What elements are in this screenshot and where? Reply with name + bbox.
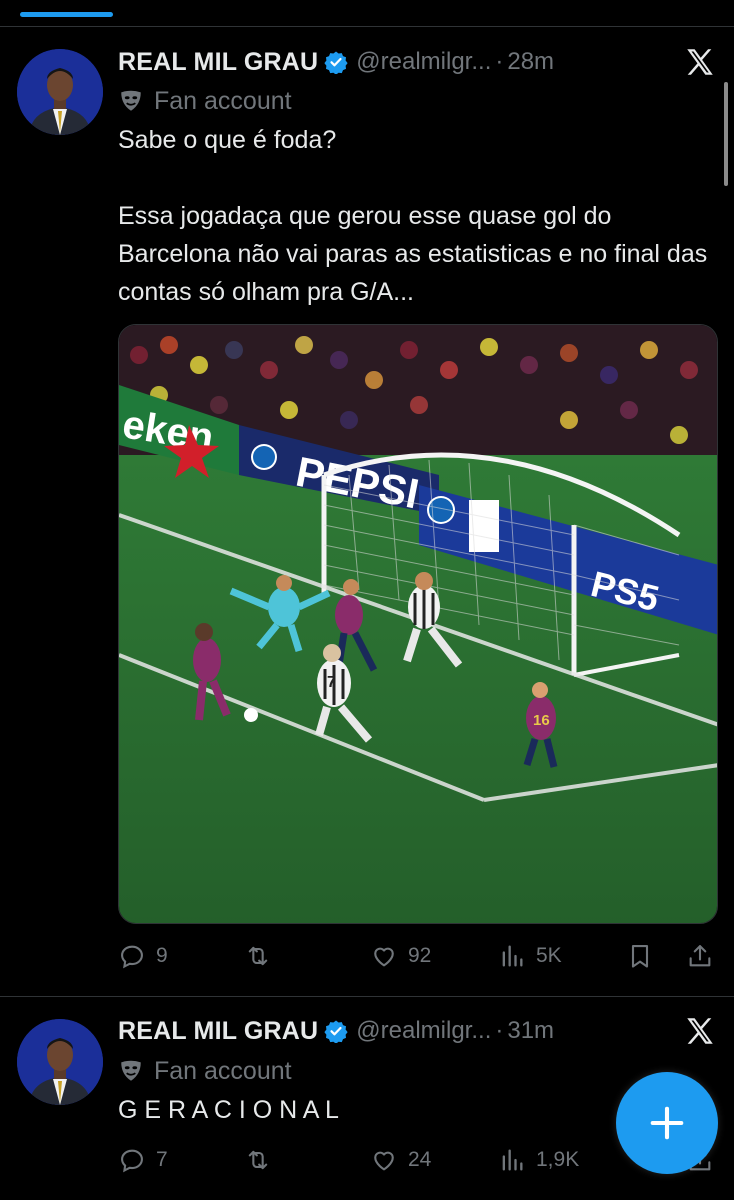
top-divider (0, 26, 734, 27)
avatar[interactable] (17, 49, 103, 135)
active-tab-indicator (20, 12, 113, 17)
header-separator: · (495, 1017, 504, 1044)
retweet-icon (248, 946, 268, 966)
player-number-7: 7 (327, 674, 336, 691)
x-logo-icon[interactable] (683, 1014, 717, 1048)
display-name[interactable]: REAL MIL GRAU (118, 48, 318, 77)
views-count: 1,9K (536, 1148, 580, 1171)
display-name[interactable]: REAL MIL GRAU (118, 1017, 318, 1046)
timestamp[interactable]: 28m (507, 48, 554, 76)
like-button[interactable]: 92 (370, 936, 431, 976)
like-count: 92 (408, 944, 432, 967)
tweet-actions: 9 92 5K (118, 936, 718, 976)
reply-button[interactable]: 9 (118, 936, 168, 976)
plus-icon (650, 1106, 684, 1140)
fan-account-label: Fan account (118, 84, 292, 118)
share-icon (689, 945, 711, 967)
verified-badge-icon (324, 51, 348, 74)
tweet-divider (0, 996, 734, 997)
user-handle[interactable]: @realmilgr... (356, 48, 491, 76)
header-separator: · (495, 48, 504, 75)
bookmark-icon (631, 945, 649, 968)
verified-badge-icon (324, 1020, 348, 1043)
retweet-button[interactable] (244, 1140, 282, 1180)
tweet-header: REAL MIL GRAU @realmilgr... · 28m (118, 44, 554, 80)
avatar[interactable] (17, 1019, 103, 1105)
retweet-button[interactable] (244, 936, 282, 976)
compose-post-button[interactable] (616, 1072, 718, 1174)
like-icon (374, 1151, 394, 1171)
tweet-media-image[interactable]: eken PEPSI PS5 7 16 (118, 324, 718, 924)
fan-account-label: Fan account (118, 1054, 292, 1088)
mask-icon (121, 90, 141, 111)
tweet-text: Sabe o que é foda? Essa jogadaça que ger… (118, 126, 708, 306)
views-icon (502, 945, 523, 967)
like-icon (374, 947, 394, 967)
player-number-16: 16 (533, 712, 550, 729)
reply-icon (121, 945, 143, 969)
reply-count: 7 (156, 1148, 168, 1171)
x-logo-icon[interactable] (683, 45, 717, 79)
like-button[interactable]: 24 (370, 1140, 431, 1180)
views-button[interactable]: 5K (498, 936, 562, 976)
mask-icon (121, 1060, 141, 1081)
share-button[interactable] (686, 936, 714, 976)
timestamp[interactable]: 31m (507, 1017, 554, 1045)
bookmark-button[interactable] (626, 936, 654, 976)
views-button[interactable]: 1,9K (498, 1140, 579, 1180)
retweet-icon (248, 1150, 268, 1170)
like-count: 24 (408, 1148, 432, 1171)
scrollbar[interactable] (724, 82, 728, 186)
fan-account-text: Fan account (154, 86, 292, 115)
views-icon (502, 1149, 523, 1171)
user-handle[interactable]: @realmilgr... (356, 1017, 491, 1045)
reply-button[interactable]: 7 (118, 1140, 168, 1180)
football-match-photo: eken PEPSI PS5 7 16 (119, 325, 717, 923)
reply-icon (121, 1149, 143, 1173)
views-count: 5K (536, 944, 562, 967)
fan-account-text: Fan account (154, 1056, 292, 1085)
reply-count: 9 (156, 944, 168, 967)
tweet-header: REAL MIL GRAU @realmilgr... · 31m (118, 1013, 554, 1049)
